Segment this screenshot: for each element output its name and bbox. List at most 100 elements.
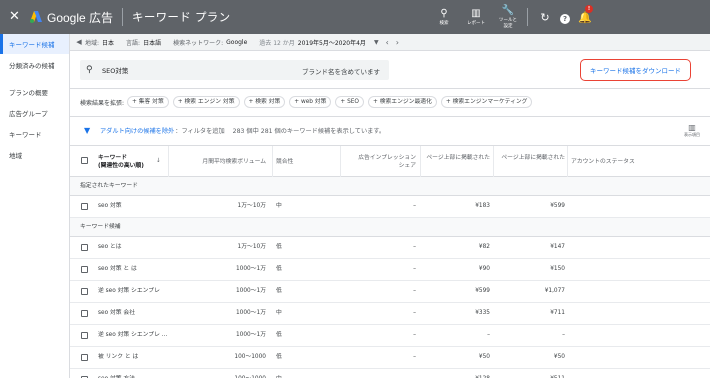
broaden-chip[interactable]: + 検索 エンジン 対策 [172, 96, 240, 108]
report-tool-label: レポート [467, 20, 485, 26]
share-cell: – [413, 203, 416, 209]
keyword-cell: 逆 seo 対策 シエンプレ [98, 288, 160, 294]
broaden-chip[interactable]: + 集客 対策 [127, 96, 169, 108]
broaden-chip[interactable]: + 検索 対策 [243, 96, 286, 108]
location-label: 地域: [85, 39, 100, 47]
download-keywords-button[interactable]: キーワード候補をダウンロード [580, 59, 691, 81]
tools-settings-button[interactable]: 🔧 ツールと 設定 [494, 0, 522, 34]
keyword-table: キーワード (関連性の高い順) ↓ 月間平均検索ボリューム 競合性 広告インプレ… [70, 145, 710, 378]
network-value[interactable]: Google [226, 39, 247, 46]
main-content: ⚲ SEO対策 ブランド名を含めています キーワード候補をダウンロード 検索結果… [70, 51, 710, 378]
brand-option-text[interactable]: ブランド名を含めています [302, 66, 380, 76]
broaden-chip[interactable]: + SEO [335, 96, 364, 108]
row-checkbox[interactable] [81, 332, 88, 339]
add-filter-label: フィルタを追加 [181, 128, 225, 135]
competition-cell: 低 [276, 288, 282, 294]
share-cell: – [413, 266, 416, 272]
competition-cell: 低 [276, 244, 282, 250]
bid-high-column-header[interactable]: ページ上部に掲載された [493, 154, 565, 185]
next-period-icon[interactable]: › [396, 38, 399, 47]
exclude-adult-link[interactable]: アダルト向けの候補を除外 [100, 126, 174, 135]
google-ads-logo [29, 10, 43, 24]
table-row[interactable]: seo 対策 1万～10万 中 – ¥183 ¥599 [70, 196, 710, 218]
keyword-cell: seo とは [98, 244, 122, 250]
table-row[interactable]: seo 対策 方法 100～1000 中 –¥128¥511 [70, 369, 710, 378]
filter-icon[interactable]: ▼ [84, 126, 94, 135]
keyword-cell: seo 対策 [98, 203, 122, 209]
broaden-chip[interactable]: + web 対策 [289, 96, 332, 108]
table-row[interactable]: seo 対策 会社 1000～1万 中 – ¥335 ¥711 [70, 303, 710, 325]
add-filter-button[interactable]: ：フィルタを追加 [175, 126, 224, 135]
prev-period-icon[interactable]: ‹ [386, 38, 389, 47]
keyword-search-box[interactable]: ⚲ SEO対策 ブランド名を含めています [80, 60, 389, 80]
competition-column-header[interactable]: 競合性 [276, 158, 293, 189]
bid-high-cell: ¥511 [493, 369, 565, 378]
volume-cell: 100～1000 [234, 354, 266, 360]
sidebar-item-locations[interactable]: 地域 [0, 144, 69, 165]
sidebar-item-keywords[interactable]: キーワード [0, 123, 69, 144]
account-status-column-header[interactable]: アカウントのステータス [571, 158, 635, 189]
keyword-header-label: キーワード [98, 155, 127, 161]
keyword-ideas-list: seo とは 1万～10万低 – ¥82 ¥147 seo 対策 と は 1000～1万低 –… [70, 237, 710, 378]
bid-low-column-header[interactable]: ページ上部に掲載された [420, 154, 490, 185]
row-checkbox[interactable] [81, 310, 88, 317]
period-value[interactable]: 2019年5月～2020年4月 [298, 38, 366, 47]
help-button[interactable]: ? [555, 11, 575, 24]
sidebar-item-ad-groups[interactable]: 広告グループ [0, 102, 69, 123]
row-checkbox[interactable] [81, 266, 88, 273]
impression-share-column-header[interactable]: 広告インプレッション シェア [340, 154, 416, 185]
column-divider [272, 146, 273, 177]
collapse-arrow-icon[interactable]: ◀ [73, 38, 85, 46]
keyword-column-header[interactable]: キーワード (関連性の高い順) [98, 154, 144, 185]
row-checkbox[interactable] [81, 354, 88, 361]
table-row[interactable]: 被 リンク と は 100～1000 低 – ¥50 ¥50 [70, 347, 710, 369]
competition-cell: 中 [276, 203, 282, 209]
search-input[interactable]: SEO対策 [102, 65, 128, 75]
volume-cell: 1000～1万 [235, 332, 266, 338]
share-cell: – [340, 369, 416, 378]
share-cell: – [413, 244, 416, 250]
broaden-chip[interactable]: + 検索エンジン最適化 [368, 96, 437, 108]
search-tool-button[interactable]: ⚲ 検索 [430, 0, 458, 34]
period-dropdown-icon[interactable]: ▼ [374, 39, 379, 46]
table-row[interactable]: 逆 seo 対策 シエンプレ 1000～1万 低 – ¥599 ¥1,077 [70, 281, 710, 303]
broaden-chip[interactable]: + 検索エンジンマーケティング [440, 96, 533, 108]
competition-cell: 低 [276, 354, 282, 360]
competition-cell: 低 [276, 332, 282, 338]
share-cell: – [413, 354, 416, 360]
keyword-cell: seo 対策 と は [98, 266, 137, 272]
table-row[interactable]: seo 対策 と は 1000～1万 低 – ¥90 ¥150 [70, 259, 710, 281]
close-icon[interactable]: ✕ [9, 10, 23, 24]
sort-arrow-icon[interactable]: ↓ [156, 157, 161, 188]
keyword-cell: seo 対策 方法 [98, 369, 135, 378]
competition-cell: 中 [276, 369, 282, 378]
keyword-cell: seo 対策 会社 [98, 310, 136, 316]
column-divider [168, 146, 169, 177]
location-value[interactable]: 日本 [102, 38, 114, 47]
search-icon: ⚲ [440, 7, 448, 19]
report-tool-button[interactable]: ▥ レポート [462, 0, 490, 34]
row-checkbox[interactable] [81, 244, 88, 251]
bid-low-cell: ¥50 [478, 354, 490, 360]
sidebar-item-grouped-ideas[interactable]: 分類済みの候補 [0, 54, 69, 75]
app-title[interactable]: Google 広告 [47, 9, 113, 26]
language-value[interactable]: 日本語 [143, 38, 161, 47]
table-row[interactable]: 逆 seo 対策 シエンプレ ... 1000～1万 低 – – – [70, 325, 710, 347]
volume-column-header[interactable]: 月間平均検索ボリューム [170, 158, 266, 189]
row-checkbox[interactable] [81, 203, 88, 210]
share-cell: – [413, 310, 416, 316]
sidebar-item-plan-overview[interactable]: プランの概要 [0, 81, 69, 102]
row-checkbox[interactable] [81, 288, 88, 295]
notification-badge: ! [585, 4, 593, 13]
search-icon: ⚲ [86, 65, 93, 75]
table-row[interactable]: seo とは 1万～10万 低 – ¥82 ¥147 [70, 237, 710, 259]
column-divider [567, 146, 568, 177]
refresh-icon[interactable]: ↻ [535, 11, 555, 24]
columns-label: 表示項目 [684, 132, 700, 137]
select-all-checkbox[interactable] [81, 157, 88, 164]
columns-button[interactable]: ▥ 表示項目 [680, 123, 704, 137]
share-cell: – [413, 332, 416, 338]
sidebar-item-keyword-ideas[interactable]: キーワード候補 [0, 34, 69, 54]
notification-button[interactable]: 🔔 ! [575, 4, 595, 24]
keyword-cell: 被 リンク と は [98, 354, 139, 360]
